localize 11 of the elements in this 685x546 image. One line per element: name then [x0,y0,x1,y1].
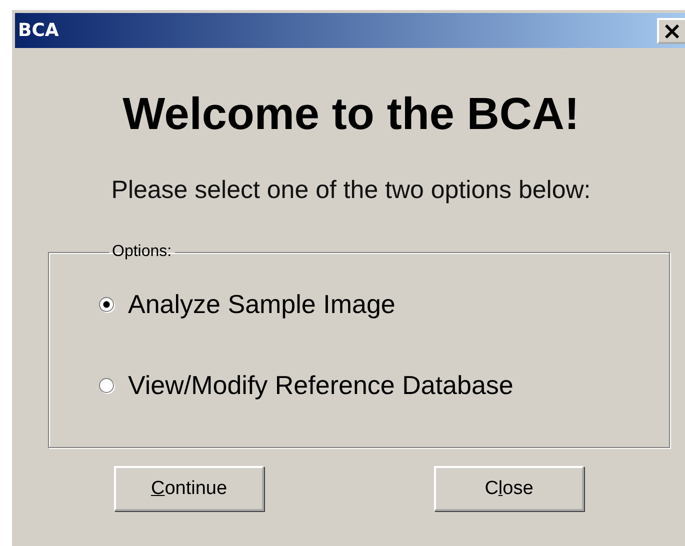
dialog-button[interactable]: Continue [114,466,264,511]
window-title: BCA [18,20,59,41]
radio-button[interactable] [99,297,114,312]
dialog-button[interactable]: Close [434,466,584,511]
welcome-heading: Welcome to the BCA! [122,88,580,140]
group-legend: Options: [109,243,175,261]
instruction-text: Please select one of the two options below: [111,176,591,205]
radio-option[interactable]: Analyze Sample Image [99,289,669,320]
radio-option[interactable]: View/Modify Reference Database [99,370,669,401]
radio-button[interactable] [99,378,114,393]
close-button[interactable]: × [657,18,685,44]
